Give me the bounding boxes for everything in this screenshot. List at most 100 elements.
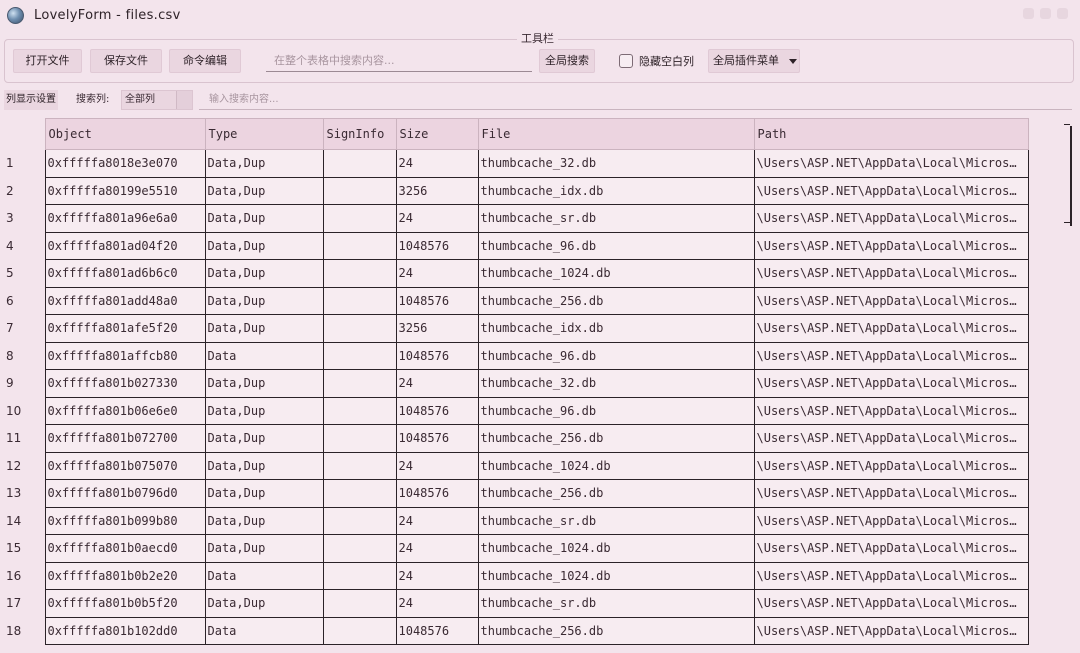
table-cell-size[interactable]: 1048576 bbox=[395, 341, 479, 370]
table-cell-type[interactable]: Data,Dup bbox=[204, 149, 324, 178]
column-header[interactable]: SignInfo bbox=[322, 118, 397, 150]
column-header[interactable]: Size bbox=[395, 118, 479, 150]
table-cell-object[interactable]: 0xfffffa8018e3e070 bbox=[44, 149, 206, 178]
table-cell-object[interactable]: 0xfffffa801b06e6e0 bbox=[44, 396, 206, 425]
table-cell-file[interactable]: thumbcache_1024.db bbox=[477, 561, 755, 590]
table-cell-sign[interactable] bbox=[322, 561, 397, 590]
table-cell-object[interactable]: 0xfffffa801b027330 bbox=[44, 369, 206, 398]
table-cell-type[interactable]: Data,Dup bbox=[204, 589, 324, 618]
table-cell-sign[interactable] bbox=[322, 424, 397, 453]
table-cell-type[interactable]: Data,Dup bbox=[204, 369, 324, 398]
row-number[interactable]: 1 bbox=[0, 149, 45, 177]
table-cell-object[interactable]: 0xfffffa801b0aecd0 bbox=[44, 534, 206, 563]
table-cell-size[interactable]: 24 bbox=[395, 149, 479, 178]
table-cell-sign[interactable] bbox=[322, 204, 397, 233]
table-row[interactable]: 4 0xfffffa801ad04f20 Data,Dup 1048576 thumbc… bbox=[0, 231, 1029, 260]
table-cell-size[interactable]: 1048576 bbox=[395, 396, 479, 425]
table-cell-size[interactable]: 24 bbox=[395, 561, 479, 590]
row-number[interactable]: 3 bbox=[0, 204, 45, 232]
table-cell-sign[interactable] bbox=[322, 451, 397, 480]
table-cell-size[interactable]: 24 bbox=[395, 451, 479, 480]
table-cell-size[interactable]: 24 bbox=[395, 369, 479, 398]
table-cell-file[interactable]: thumbcache_256.db bbox=[477, 286, 755, 315]
table-cell-type[interactable]: Data,Dup bbox=[204, 286, 324, 315]
table-cell-file[interactable]: thumbcache_1024.db bbox=[477, 259, 755, 288]
table-cell-path[interactable]: \Users\ASP.NET\AppData\Local\Micros… bbox=[753, 314, 1029, 343]
table-cell-type[interactable]: Data bbox=[204, 561, 324, 590]
table-cell-size[interactable]: 1048576 bbox=[395, 616, 479, 645]
table-cell-object[interactable]: 0xfffffa801ad04f20 bbox=[44, 231, 206, 260]
table-cell-path[interactable]: \Users\ASP.NET\AppData\Local\Micros… bbox=[753, 589, 1029, 618]
table-row[interactable]: 10 0xfffffa801b06e6e0 Data,Dup 1048576 thumb… bbox=[0, 396, 1029, 425]
table-row[interactable]: 3 0xfffffa801a96e6a0 Data,Dup 24 thumbcache_… bbox=[0, 204, 1029, 233]
table-row[interactable]: 18 0xfffffa801b102dd0 Data 1048576 thumbcach… bbox=[0, 616, 1029, 645]
command-edit-button[interactable]: 命令编辑 bbox=[169, 49, 241, 73]
table-cell-path[interactable]: \Users\ASP.NET\AppData\Local\Micros… bbox=[753, 561, 1029, 590]
table-cell-type[interactable]: Data,Dup bbox=[204, 259, 324, 288]
row-number[interactable]: 12 bbox=[0, 452, 45, 480]
table-cell-path[interactable]: \Users\ASP.NET\AppData\Local\Micros… bbox=[753, 176, 1029, 205]
table-cell-object[interactable]: 0xfffffa801add48a0 bbox=[44, 286, 206, 315]
save-file-button[interactable]: 保存文件 bbox=[90, 49, 162, 73]
table-cell-type[interactable]: Data,Dup bbox=[204, 451, 324, 480]
table-cell-type[interactable]: Data,Dup bbox=[204, 424, 324, 453]
table-cell-path[interactable]: \Users\ASP.NET\AppData\Local\Micros… bbox=[753, 534, 1029, 563]
table-cell-object[interactable]: 0xfffffa801a96e6a0 bbox=[44, 204, 206, 233]
table-cell-size[interactable]: 24 bbox=[395, 589, 479, 618]
table-cell-size[interactable]: 1048576 bbox=[395, 479, 479, 508]
row-number[interactable]: 11 bbox=[0, 424, 45, 452]
table-cell-path[interactable]: \Users\ASP.NET\AppData\Local\Micros… bbox=[753, 616, 1029, 645]
table-cell-path[interactable]: \Users\ASP.NET\AppData\Local\Micros… bbox=[753, 259, 1029, 288]
row-number[interactable]: 4 bbox=[0, 232, 45, 260]
table-cell-type[interactable]: Data,Dup bbox=[204, 176, 324, 205]
table-cell-file[interactable]: thumbcache_1024.db bbox=[477, 534, 755, 563]
table-cell-file[interactable]: thumbcache_256.db bbox=[477, 479, 755, 508]
global-search-button[interactable]: 全局搜索 bbox=[539, 49, 595, 73]
close-icon[interactable] bbox=[1057, 8, 1068, 19]
table-row[interactable]: 1 0xfffffa8018e3e070 Data,Dup 24 thumbcache_… bbox=[0, 149, 1029, 178]
table-row[interactable]: 14 0xfffffa801b099b80 Data,Dup 24 thumbcache… bbox=[0, 506, 1029, 535]
vertical-scrollbar[interactable] bbox=[1062, 118, 1076, 228]
table-cell-sign[interactable] bbox=[322, 286, 397, 315]
table-cell-object[interactable]: 0xfffffa801b099b80 bbox=[44, 506, 206, 535]
search-column-select[interactable]: 全部列 bbox=[121, 90, 193, 110]
table-row[interactable]: 7 0xfffffa801afe5f20 Data,Dup 3256 thumbcach… bbox=[0, 314, 1029, 343]
row-number[interactable]: 14 bbox=[0, 507, 45, 535]
plugin-menu-dropdown[interactable]: 全局插件菜单 bbox=[708, 49, 800, 73]
table-cell-sign[interactable] bbox=[322, 589, 397, 618]
table-cell-file[interactable]: thumbcache_96.db bbox=[477, 341, 755, 370]
table-row[interactable]: 17 0xfffffa801b0b5f20 Data,Dup 24 thumbcache… bbox=[0, 589, 1029, 618]
table-cell-sign[interactable] bbox=[322, 176, 397, 205]
table-cell-type[interactable]: Data,Dup bbox=[204, 534, 324, 563]
column-header[interactable]: Path bbox=[753, 118, 1029, 150]
table-cell-path[interactable]: \Users\ASP.NET\AppData\Local\Micros… bbox=[753, 451, 1029, 480]
table-cell-sign[interactable] bbox=[322, 149, 397, 178]
table-cell-object[interactable]: 0xfffffa801b102dd0 bbox=[44, 616, 206, 645]
row-number[interactable]: 13 bbox=[0, 479, 45, 507]
table-cell-path[interactable]: \Users\ASP.NET\AppData\Local\Micros… bbox=[753, 424, 1029, 453]
row-number[interactable]: 6 bbox=[0, 287, 45, 315]
row-number[interactable]: 7 bbox=[0, 314, 45, 342]
table-row[interactable]: 15 0xfffffa801b0aecd0 Data,Dup 24 thumbcache… bbox=[0, 534, 1029, 563]
table-cell-path[interactable]: \Users\ASP.NET\AppData\Local\Micros… bbox=[753, 341, 1029, 370]
table-cell-size[interactable]: 1048576 bbox=[395, 424, 479, 453]
column-display-settings-button[interactable]: 列显示设置 bbox=[4, 90, 58, 110]
row-number[interactable]: 8 bbox=[0, 342, 45, 370]
table-cell-sign[interactable] bbox=[322, 369, 397, 398]
table-cell-size[interactable]: 3256 bbox=[395, 176, 479, 205]
column-header[interactable]: File bbox=[477, 118, 755, 150]
table-cell-path[interactable]: \Users\ASP.NET\AppData\Local\Micros… bbox=[753, 149, 1029, 178]
row-number[interactable]: 16 bbox=[0, 562, 45, 590]
table-row[interactable]: 2 0xfffffa80199e5510 Data,Dup 3256 thumbcach… bbox=[0, 176, 1029, 205]
table-cell-object[interactable]: 0xfffffa801b0b5f20 bbox=[44, 589, 206, 618]
table-cell-object[interactable]: 0xfffffa801b072700 bbox=[44, 424, 206, 453]
table-cell-object[interactable]: 0xfffffa80199e5510 bbox=[44, 176, 206, 205]
table-cell-type[interactable]: Data,Dup bbox=[204, 231, 324, 260]
table-cell-size[interactable]: 24 bbox=[395, 506, 479, 535]
row-number[interactable]: 5 bbox=[0, 259, 45, 287]
column-header[interactable]: Object bbox=[44, 118, 206, 150]
hide-empty-checkbox[interactable] bbox=[619, 54, 633, 68]
table-cell-file[interactable]: thumbcache_sr.db bbox=[477, 589, 755, 618]
table-cell-path[interactable]: \Users\ASP.NET\AppData\Local\Micros… bbox=[753, 286, 1029, 315]
open-file-button[interactable]: 打开文件 bbox=[13, 49, 82, 73]
